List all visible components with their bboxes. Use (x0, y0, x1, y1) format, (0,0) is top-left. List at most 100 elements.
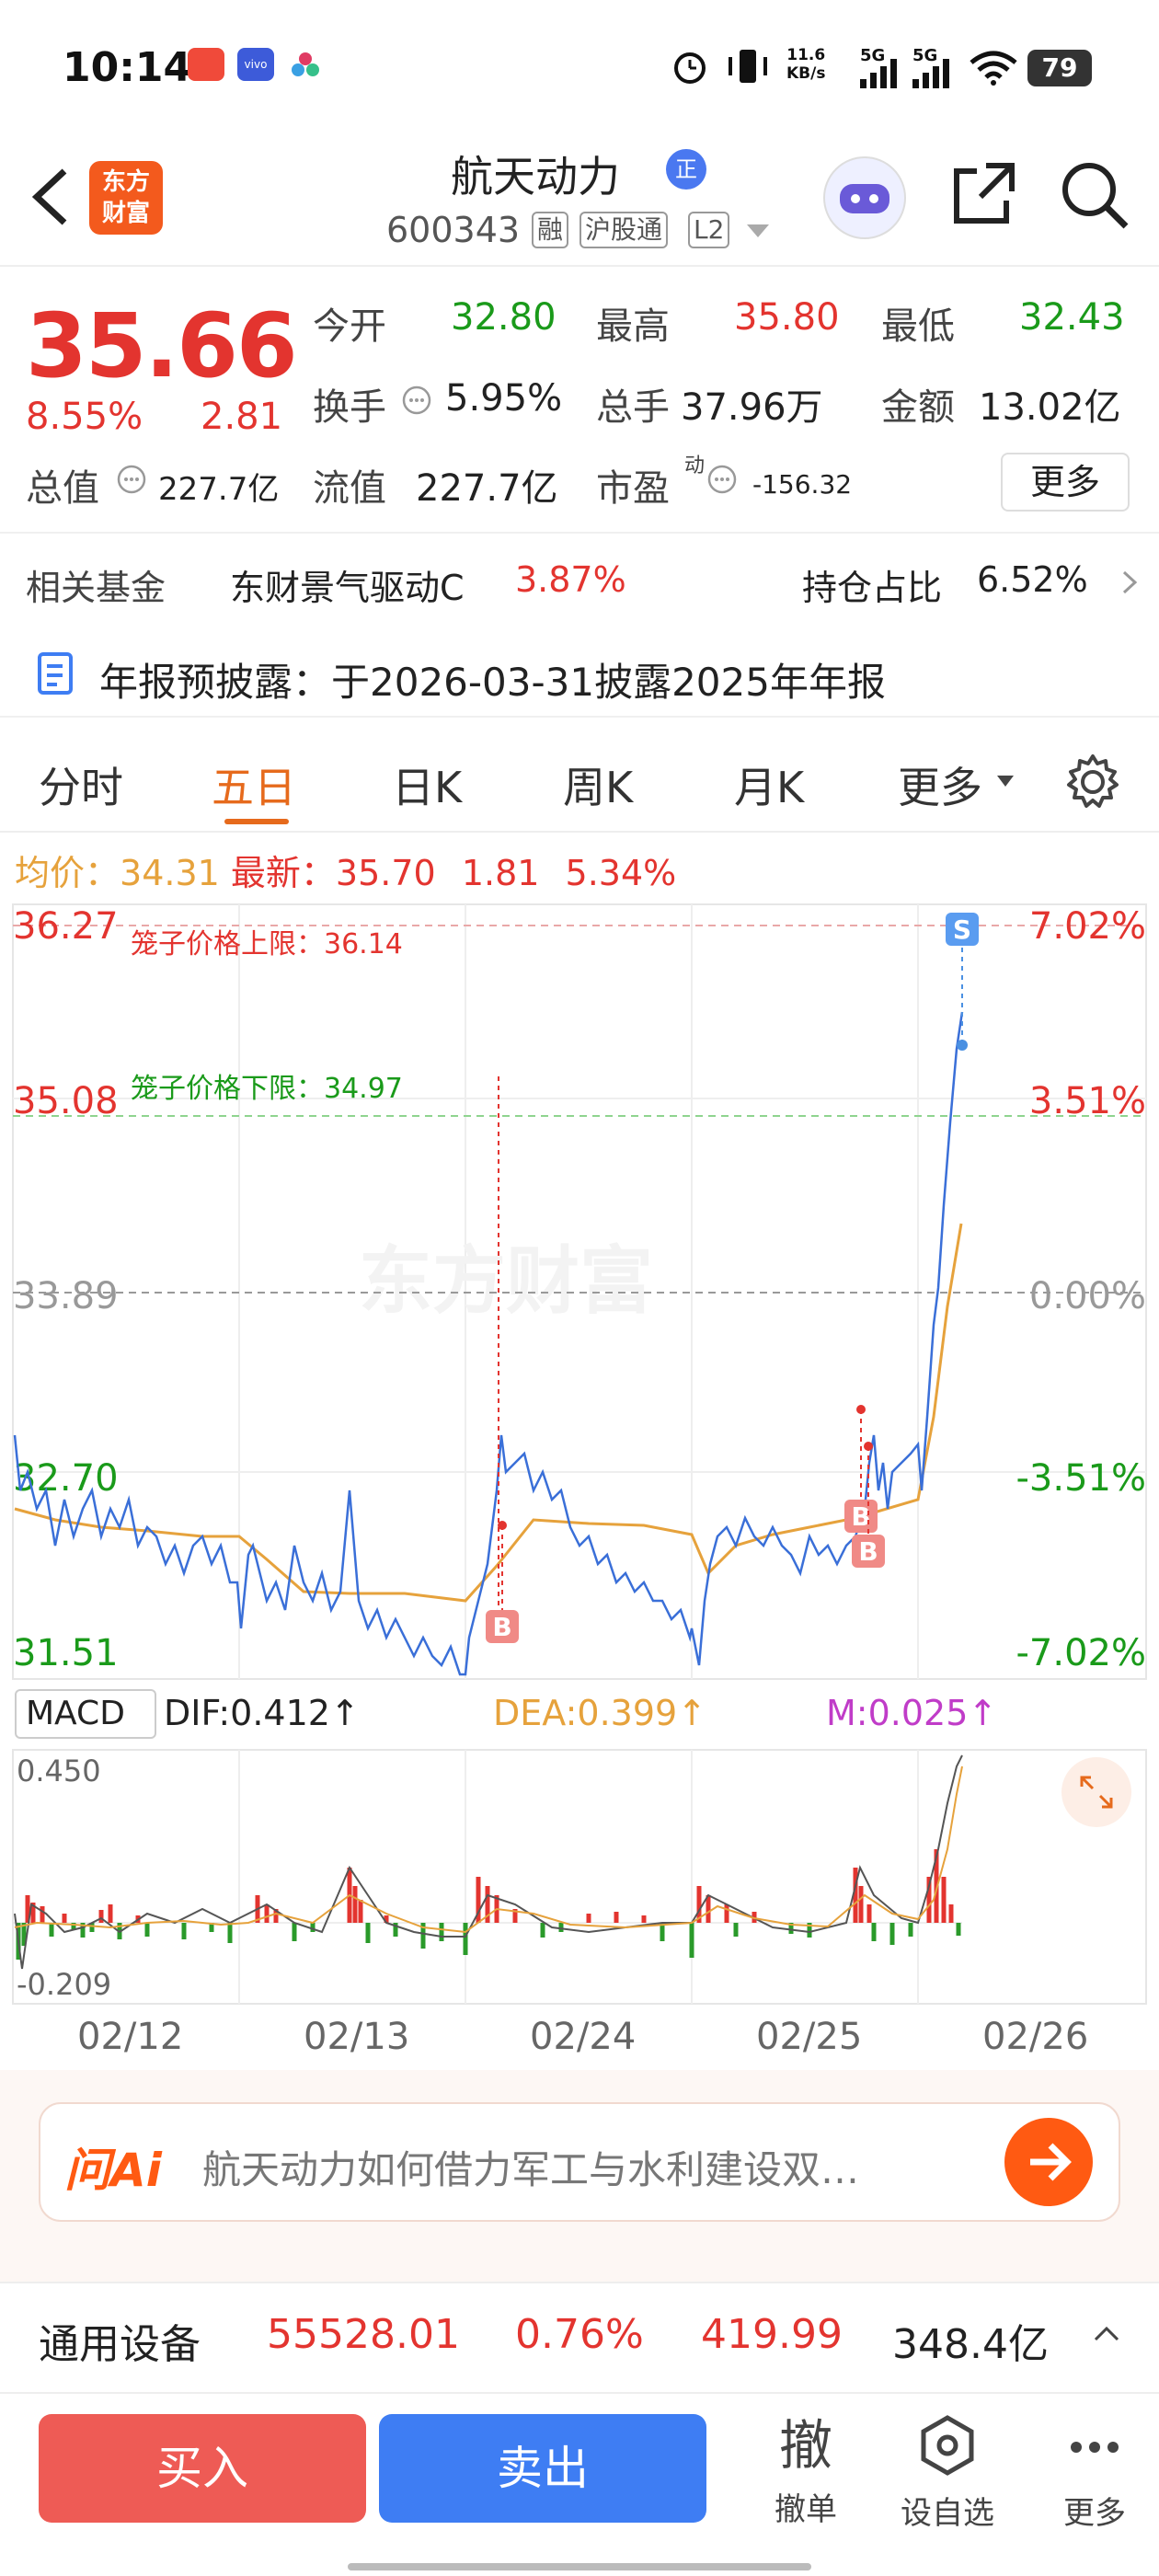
date-label: 02/13 (304, 2016, 410, 2058)
macd-dif-value: DIF:0.412 (164, 1693, 330, 1733)
sell-button[interactable]: 卖出 (379, 2414, 706, 2523)
amount-label: 金额 (881, 386, 955, 429)
more-label: 更多 (1063, 2495, 1126, 2532)
chevron-right-icon (1120, 569, 1139, 600)
tab-daily-k[interactable]: 日K (392, 754, 462, 815)
macd-top-label: 0.450 (17, 1754, 101, 1788)
stock-code: 600343 (386, 210, 521, 250)
tag-margin: 融 (532, 212, 569, 248)
net-speed-unit: KB/s (786, 64, 826, 83)
hold-label: 持仓占比 (802, 568, 943, 608)
chart-info-row: 均价：34.31 最新：35.70 1.81 5.34% (15, 845, 676, 895)
volume-label: 总手 (596, 386, 670, 429)
dea-arrow: ↑ (677, 1693, 707, 1733)
annual-report-notice[interactable]: 年报预披露：于2026-03-31披露2025年年报 (0, 635, 1159, 718)
gear-icon[interactable] (1063, 753, 1122, 815)
app-notification-icon (188, 48, 224, 81)
current-price: 35.66 (26, 294, 298, 397)
b-marker-label: B (858, 1536, 878, 1567)
info-icon[interactable] (706, 464, 738, 499)
wifi-icon (970, 50, 1017, 90)
vibrate-icon (725, 48, 767, 83)
macd-m-value: M:0.025 (826, 1693, 969, 1733)
macd-selector[interactable]: MACD (15, 1689, 156, 1770)
hexagon-icon (921, 2415, 974, 2476)
y-pct-mid: 0.00% (1029, 1275, 1146, 1317)
turnover-value: 5.95% (445, 377, 563, 420)
zheng-badge: 正 (666, 149, 706, 190)
buy-button[interactable]: 买入 (39, 2414, 366, 2523)
ai-prompt: 航天动力如何借力军工与水利建设双… (202, 2147, 860, 2192)
status-time: 10:14 (63, 44, 192, 91)
fund-percent: 3.87% (515, 559, 626, 600)
latest-change: 1.81 (461, 853, 540, 893)
change-percent: 8.55% (26, 396, 143, 438)
macd-header: MACD DIF:0.412↑ DEA:0.399↑ M:0.025↑ (0, 1684, 1159, 1770)
vivo-label: vivo (244, 58, 268, 71)
ai-brand: 问Ai (64, 2144, 162, 2197)
expand-chart-button[interactable] (1061, 1757, 1131, 1827)
sector-bar[interactable]: 通用设备 55528.01 0.76% 419.99 348.4亿 (0, 2282, 1159, 2392)
tab-five-day[interactable]: 五日 (212, 754, 296, 815)
home-indicator[interactable] (348, 2563, 811, 2570)
tab-weekly-k[interactable]: 周K (563, 754, 633, 815)
dif-arrow: ↑ (329, 1693, 360, 1733)
search-icon[interactable] (1058, 158, 1131, 236)
sector-change: 419.99 (701, 2311, 843, 2358)
macd-dea: DEA:0.399↑ (493, 1693, 706, 1733)
info-icon[interactable] (116, 464, 147, 499)
open-value: 32.80 (451, 296, 557, 339)
info-icon[interactable] (401, 385, 432, 420)
stock-name: 航天动力 (451, 152, 620, 201)
latest-value: 35.70 (335, 853, 436, 893)
float-label: 流值 (313, 467, 386, 510)
y-label-bottom: 31.51 (13, 1632, 119, 1674)
alarm-icon (671, 48, 708, 84)
low-label: 最低 (881, 305, 955, 348)
app-logo[interactable]: 东方 财富 (89, 161, 163, 235)
latest-label: 最新： (230, 853, 336, 893)
sector-name: 通用设备 (39, 2321, 201, 2368)
dropdown-icon[interactable] (747, 224, 769, 243)
more-quote-button[interactable]: 更多 (1001, 453, 1130, 512)
amount-value: 13.02亿 (979, 386, 1121, 429)
hold-value: 6.52% (977, 559, 1088, 600)
report-text: 年报预披露：于2026-03-31披露2025年年报 (99, 660, 886, 705)
pe-value: -156.32 (752, 469, 853, 500)
five-day-price-chart[interactable]: 东方财富 笼子价格上限：36.14 笼子价格下限：34.97 36.27 35.… (0, 902, 1159, 1684)
more-button[interactable]: 更多 (1039, 2412, 1150, 2533)
ai-question-box[interactable]: 问Ai 航天动力如何借力军工与水利建设双… (39, 2102, 1120, 2222)
tag-stock-connect: 沪股通 (580, 212, 669, 248)
open-label: 今开 (313, 305, 386, 348)
macd-frame (12, 1749, 1147, 2005)
logo-line2: 财富 (101, 200, 150, 227)
document-icon (37, 651, 75, 699)
m-arrow: ↑ (968, 1693, 998, 1733)
tab-intraday[interactable]: 分时 (39, 754, 123, 815)
related-fund-row[interactable]: 相关基金 东财景气驱动C 3.87% 持仓占比 6.52% (0, 543, 1159, 616)
b-marker-label: B (492, 1612, 511, 1642)
chart-tabs: 分时 五日 日K 周K 月K 更多 (0, 727, 1159, 833)
macd-chart[interactable]: 0.450 -0.209 (0, 1748, 1159, 2006)
volume-value: 37.96万 (681, 386, 823, 429)
y-label-mid: 33.89 (13, 1275, 119, 1317)
macd-bottom-label: -0.209 (17, 1967, 111, 2002)
y-pct-lower: -3.51% (1016, 1457, 1146, 1500)
signal-icon (860, 59, 901, 92)
back-button[interactable] (26, 164, 81, 228)
ai-submit-button[interactable] (1004, 2118, 1093, 2206)
y-pct-bottom: -7.02% (1016, 1632, 1146, 1674)
high-value: 35.80 (734, 296, 840, 339)
vivo-icon: vivo (237, 48, 274, 81)
share-icon[interactable] (949, 158, 1019, 232)
assistant-avatar[interactable] (823, 156, 906, 239)
y-pct-top: 7.02% (1029, 905, 1146, 948)
cancel-order-button[interactable]: 撤 撤单 (751, 2412, 861, 2529)
ellipsis-icon (1071, 2442, 1119, 2453)
tab-more[interactable]: 更多 (898, 754, 982, 815)
tab-monthly-k[interactable]: 月K (734, 754, 804, 815)
y-label-top: 36.27 (13, 905, 119, 948)
add-watchlist-button[interactable]: 设自选 (892, 2412, 1003, 2533)
signal-icon-2 (912, 59, 953, 92)
date-label: 02/25 (756, 2016, 863, 2058)
